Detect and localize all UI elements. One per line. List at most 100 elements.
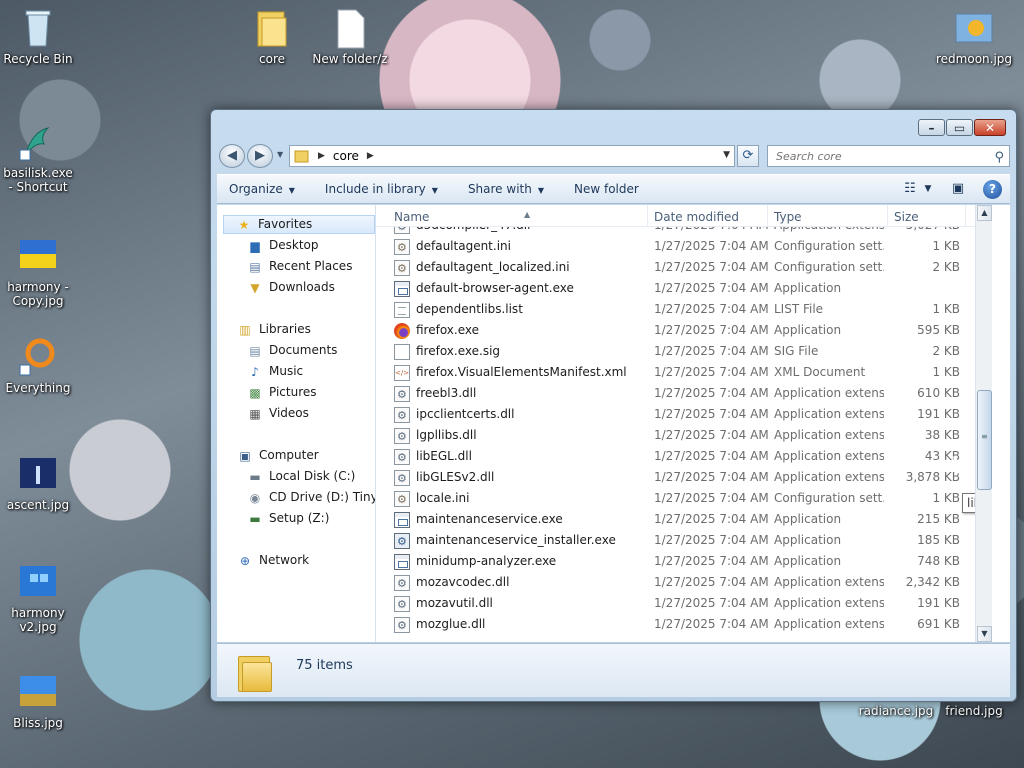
desktop-icon-friend[interactable]: friend.jpg — [936, 704, 1012, 718]
desktop-icon-label: radiance.jpg — [858, 704, 934, 718]
nav-computer[interactable]: ▣ Computer — [237, 446, 318, 465]
everything-search-icon — [16, 335, 60, 379]
nav-desktop[interactable]: ▆ Desktop — [247, 236, 318, 255]
organize-button[interactable]: Organize ▼ — [229, 182, 295, 196]
column-header-name[interactable]: Name ▲ — [388, 205, 648, 227]
vertical-scrollbar[interactable]: ▲ ≡ ▼ — [975, 205, 992, 642]
back-button[interactable]: ◀ — [219, 144, 245, 168]
xml-file-icon — [394, 363, 410, 383]
nav-favorites[interactable]: ★ Favorites — [223, 215, 375, 234]
desktop-icon-redmoon[interactable]: redmoon.jpg — [936, 6, 1012, 66]
file-row[interactable]: ipcclientcerts.dll 1/27/2025 7:04 AM Appli… — [376, 404, 992, 425]
scroll-down-button[interactable]: ▼ — [977, 626, 992, 642]
desktop-icon-core[interactable]: core — [234, 6, 310, 66]
breadcrumb-arrow-icon[interactable]: ▶ — [367, 151, 374, 161]
file-row[interactable]: d3dcompiler_47.dll 1/27/2025 7:04 AM Appli… — [376, 227, 992, 236]
command-bar: Organize ▼ Include in library ▼ Share with… — [217, 174, 1010, 204]
chevron-down-icon: ▼ — [537, 186, 544, 195]
nav-videos[interactable]: ▦ Videos — [247, 404, 309, 423]
file-row[interactable]: maintenanceservice.exe 1/27/2025 7:04 AM A… — [376, 509, 992, 530]
explorer-window[interactable]: – ▭ ✕ ◀ ▶ ▼ ▶ core ▶ ▼ ⟳ ⚲ Organize▼ Inc… — [210, 109, 1017, 702]
nav-network[interactable]: ⊕ Network — [237, 551, 309, 570]
nav-cd-drive[interactable]: ◉CD Drive (D:) Tiny7 x — [247, 488, 375, 507]
scroll-up-button[interactable]: ▲ — [977, 205, 992, 221]
file-name: defaultagent.ini — [416, 239, 511, 253]
column-header-date[interactable]: Date modified — [648, 205, 768, 227]
file-row[interactable]: maintenanceservice_installer.exe 1/27/202… — [376, 530, 992, 551]
file-date: 1/27/2025 7:04 AM — [654, 617, 769, 631]
search-input[interactable] — [774, 149, 974, 164]
maximize-button[interactable]: ▭ — [946, 119, 973, 136]
desktop-icon-label: New folder/z — [312, 52, 388, 66]
file-size: 2 KB — [932, 260, 960, 274]
file-row[interactable]: libEGL.dll 1/27/2025 7:04 AM Application e… — [376, 446, 992, 467]
view-dropdown-icon[interactable]: ▼ — [921, 179, 935, 199]
desktop-icon-bliss[interactable]: Bliss.jpg — [0, 670, 76, 730]
file-list: Name▲ Date modified Type Size d3dcompile… — [376, 205, 992, 642]
file-row[interactable]: default-browser-agent.exe 1/27/2025 7:04 … — [376, 278, 992, 299]
maximize-icon: ▭ — [953, 120, 966, 135]
include-in-library-button[interactable]: Include in library ▼ — [325, 182, 438, 196]
help-icon[interactable]: ? — [983, 179, 1002, 199]
file-row[interactable]: libGLESv2.dll 1/27/2025 7:04 AM Applicatio… — [376, 467, 992, 488]
nav-music[interactable]: ♪ Music — [247, 362, 303, 381]
desktop-icon-harmony-v2[interactable]: harmony v2.jpg — [0, 560, 76, 634]
desktop-icon-radiance[interactable]: radiance.jpg — [858, 704, 934, 718]
file-row[interactable]: locale.ini 1/27/2025 7:04 AM Configuration… — [376, 488, 992, 509]
close-button[interactable]: ✕ — [974, 119, 1006, 136]
column-header-size[interactable]: Size — [888, 205, 966, 227]
address-bar[interactable]: ▶ core ▶ ▼ — [289, 145, 735, 167]
desktop-icon-basilisk[interactable]: basilisk.exe - Shortcut — [0, 120, 76, 194]
forward-button[interactable]: ▶ — [247, 144, 273, 168]
nav-setup-drive[interactable]: ▬ Setup (Z:) — [247, 509, 329, 528]
nav-recent-places[interactable]: ▤ Recent Places — [247, 257, 352, 276]
file-row[interactable]: defaultagent_localized.ini 1/27/2025 7:04… — [376, 257, 992, 278]
desktop-icon-ascent[interactable]: ascent.jpg — [0, 452, 76, 512]
view-controls: ☷ ▼ ▣ ? — [887, 179, 1002, 199]
new-folder-button[interactable]: New folder — [574, 182, 639, 196]
desktop-icon-recycle-bin[interactable]: Recycle Bin — [0, 6, 76, 66]
file-row[interactable]: lgpllibs.dll 1/27/2025 7:04 AM Application… — [376, 425, 992, 446]
breadcrumb-core[interactable]: core — [333, 149, 359, 163]
file-row[interactable]: mozavcodec.dll 1/27/2025 7:04 AM Applicati… — [376, 572, 992, 593]
file-name: ipcclientcerts.dll — [416, 407, 515, 421]
image-file-icon — [952, 6, 996, 50]
recent-pages-dropdown-icon[interactable]: ▼ — [277, 150, 283, 159]
file-row[interactable]: dependentlibs.list 1/27/2025 7:04 AM LIST … — [376, 299, 992, 320]
preview-pane-icon[interactable]: ▣ — [947, 179, 969, 199]
file-name: firefox.VisualElementsManifest.xml — [416, 365, 627, 379]
breadcrumb-arrow-icon[interactable]: ▶ — [318, 151, 325, 161]
desktop-icon-everything[interactable]: Everything — [0, 335, 76, 395]
file-row[interactable]: defaultagent.ini 1/27/2025 7:04 AM Configu… — [376, 236, 992, 257]
file-row[interactable]: firefox.exe 1/27/2025 7:04 AM Application 5… — [376, 320, 992, 341]
nav-local-disk[interactable]: ▬ Local Disk (C:) — [247, 467, 355, 486]
desktop-icon-label: Everything — [5, 381, 71, 395]
file-row[interactable]: mozavutil.dll 1/27/2025 7:04 AM Applicatio… — [376, 593, 992, 614]
file-name: mozavutil.dll — [416, 596, 493, 610]
nav-pictures[interactable]: ▩ Pictures — [247, 383, 316, 402]
file-row[interactable]: minidump-analyzer.exe 1/27/2025 7:04 AM Ap… — [376, 551, 992, 572]
file-size: 2 KB — [932, 344, 960, 358]
nav-documents[interactable]: ▤ Documents — [247, 341, 337, 360]
desktop-icon-harmony-copy[interactable]: harmony - Copy.jpg — [0, 234, 76, 308]
share-with-button[interactable]: Share with ▼ — [468, 182, 544, 196]
file-date: 1/27/2025 7:04 AM — [654, 344, 769, 358]
file-type: Application extens... — [774, 617, 884, 631]
refresh-button[interactable]: ⟳ — [737, 145, 759, 167]
nav-libraries[interactable]: ▥ Libraries — [237, 320, 311, 339]
file-row[interactable]: mozglue.dll 1/27/2025 7:04 AM Application … — [376, 614, 992, 635]
file-row[interactable]: firefox.exe.sig 1/27/2025 7:04 AM SIG File… — [376, 341, 992, 362]
desktop-icon-new-folder[interactable]: New folder/z — [312, 6, 388, 66]
column-header-type[interactable]: Type — [768, 205, 888, 227]
nav-downloads[interactable]: ▼ Downloads — [247, 278, 335, 297]
search-icon[interactable]: ⚲ — [994, 148, 1004, 168]
search-box[interactable]: ⚲ — [767, 145, 1010, 167]
address-dropdown-icon[interactable]: ▼ — [723, 150, 730, 160]
file-row[interactable]: firefox.VisualElementsManifest.xml 1/27/2… — [376, 362, 992, 383]
scroll-thumb[interactable]: ≡ — [977, 390, 992, 490]
file-row[interactable]: freebl3.dll 1/27/2025 7:04 AM Application … — [376, 383, 992, 404]
exe-file-icon — [394, 553, 410, 570]
minimize-button[interactable]: – — [918, 119, 945, 136]
view-options-icon[interactable]: ☷ — [899, 179, 921, 199]
file-date: 1/27/2025 7:04 AM — [654, 386, 769, 400]
